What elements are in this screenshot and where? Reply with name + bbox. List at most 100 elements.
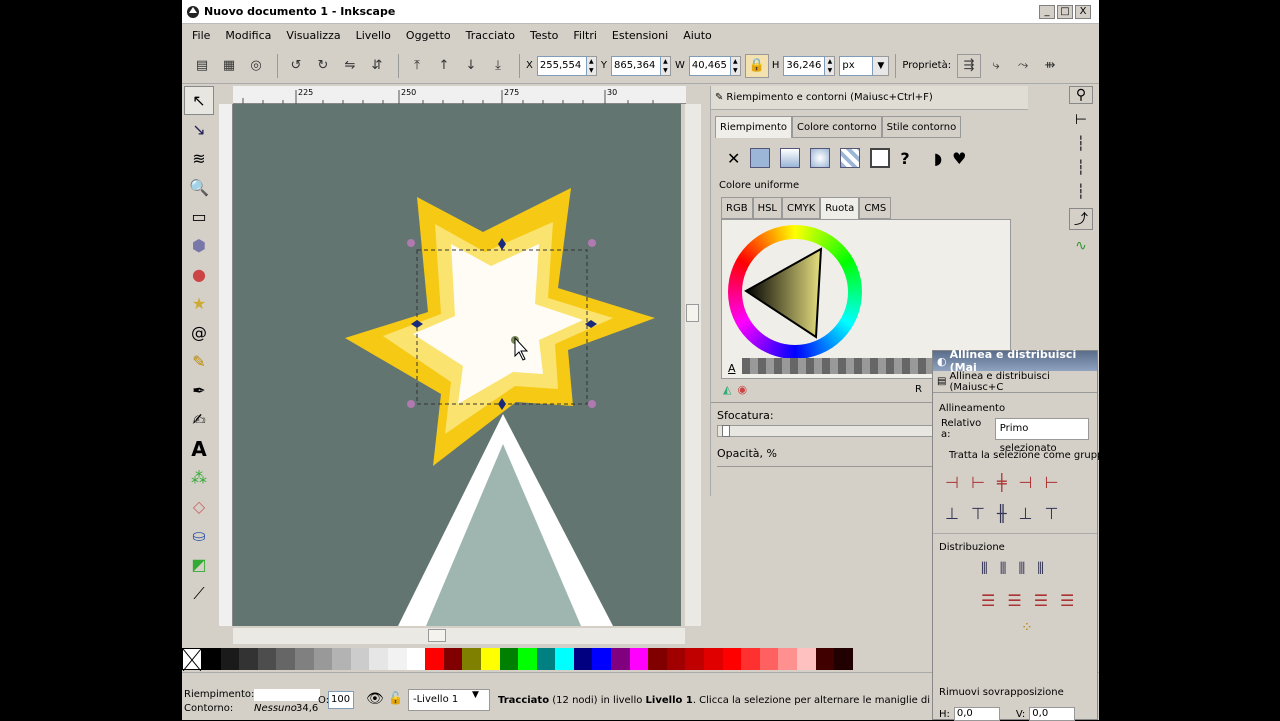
select-all-icon[interactable]: ▤	[190, 54, 214, 78]
snap-bbox-icon[interactable]: ⊢	[1075, 112, 1087, 128]
menu-oggetto[interactable]: Oggetto	[406, 29, 451, 42]
radial-gradient-icon[interactable]	[810, 148, 831, 168]
palette-swatch[interactable]	[294, 648, 314, 670]
palette-swatch[interactable]	[629, 648, 649, 670]
align-top-edge-icon[interactable]: ⊤	[1044, 504, 1058, 523]
snap-bbox-corner-icon[interactable]: ┆	[1077, 160, 1085, 176]
palette-swatch[interactable]	[555, 648, 574, 670]
palette-swatch[interactable]	[499, 648, 519, 670]
tweak-tool-icon[interactable]: ≋	[184, 144, 214, 173]
menu-estensioni[interactable]: Estensioni	[612, 29, 668, 42]
palette-swatch[interactable]	[797, 648, 816, 670]
rearrange-graph-icon[interactable]: ⁘	[1021, 620, 1033, 636]
close-button[interactable]: X	[1075, 5, 1091, 19]
snap-nodes-icon[interactable]: ⤴	[1069, 208, 1093, 230]
w-spinner[interactable]: ▲ ▼	[730, 55, 741, 76]
spiral-tool-icon[interactable]: @	[184, 318, 214, 347]
tab-stroke-style[interactable]: Stile contorno	[881, 116, 962, 138]
distribute-top-icon[interactable]: ☰	[981, 591, 995, 610]
raise-icon[interactable]: ↑	[432, 54, 456, 78]
snap-bbox-edge-icon[interactable]: ┆	[1077, 136, 1085, 152]
center-vertical-axis-icon[interactable]: ╪	[997, 473, 1007, 492]
tab-cmyk[interactable]: CMYK	[782, 197, 821, 219]
palette-swatch[interactable]	[759, 648, 779, 670]
h-spinner[interactable]: ▲ ▼	[825, 55, 836, 76]
palette-swatch[interactable]	[648, 648, 667, 670]
bucket-tool-icon[interactable]: ⛀	[184, 521, 214, 550]
palette-swatch[interactable]	[313, 648, 333, 670]
calligraphy-tool-icon[interactable]: ✍	[184, 405, 214, 434]
tab-fill[interactable]: Riempimento	[715, 116, 793, 138]
spray-tool-icon[interactable]: ⁂	[184, 463, 214, 492]
distribute-gaps-h-icon[interactable]: ⫴	[1037, 559, 1044, 579]
palette-swatch[interactable]	[239, 648, 258, 670]
drawing-canvas[interactable]	[233, 104, 681, 626]
palette-swatch[interactable]	[704, 648, 723, 670]
pen-tool-icon[interactable]: ✒	[184, 376, 214, 405]
stroke-indicator-value[interactable]: Nessuno	[254, 703, 297, 714]
align-bottom-icon[interactable]: ⊥	[1019, 504, 1033, 523]
palette-swatch[interactable]	[369, 648, 388, 670]
palette-swatch[interactable]	[480, 648, 500, 670]
palette-swatch[interactable]	[443, 648, 463, 670]
overlap-v-field[interactable]: 0,0	[1029, 707, 1076, 721]
fill-indicator-swatch[interactable]	[254, 689, 320, 701]
flip-horizontal-icon[interactable]: ⇋	[338, 54, 362, 78]
tab-cms[interactable]: CMS	[859, 197, 892, 219]
palette-swatch[interactable]	[573, 648, 593, 670]
vertical-scrollbar[interactable]	[685, 104, 701, 626]
y-spinner[interactable]: ▲ ▼	[660, 55, 671, 76]
visibility-eye-icon[interactable]: 👁	[366, 691, 384, 707]
menu-modifica[interactable]: Modifica	[225, 29, 271, 42]
horizontal-scrollbar[interactable]	[233, 628, 685, 644]
relative-to-select[interactable]: Primo selezionato	[994, 418, 1089, 454]
minimize-button[interactable]: _	[1039, 5, 1055, 19]
scale-stroke-icon[interactable]: ⇶	[957, 53, 982, 78]
palette-swatch[interactable]	[518, 648, 537, 670]
distribute-right-icon[interactable]: ⫴	[1018, 559, 1025, 579]
raise-to-top-icon[interactable]: ⤒	[405, 54, 429, 78]
palette-swatch[interactable]	[741, 648, 760, 670]
distribute-center-icon[interactable]: ⫴	[1000, 559, 1007, 579]
y-field[interactable]: 865,364	[610, 55, 661, 76]
w-field[interactable]: 40,465	[688, 55, 731, 76]
palette-swatch[interactable]	[536, 648, 556, 670]
tab-rgb[interactable]: RGB	[721, 197, 753, 219]
snap-path-icon[interactable]: ∿	[1075, 238, 1087, 254]
menu-aiuto[interactable]: Aiuto	[683, 29, 712, 42]
unit-select[interactable]: px	[839, 55, 874, 76]
x-spinner[interactable]: ▲ ▼	[586, 55, 597, 76]
maximize-button[interactable]: □	[1057, 5, 1073, 19]
tab-hsl[interactable]: HSL	[752, 197, 783, 219]
move-gradient-icon[interactable]: ⤳	[1011, 54, 1035, 78]
palette-swatch[interactable]	[350, 648, 370, 670]
palette-swatch[interactable]	[815, 648, 835, 670]
pattern-icon[interactable]	[840, 148, 861, 168]
palette-swatch[interactable]	[387, 648, 407, 670]
menu-testo[interactable]: Testo	[530, 29, 558, 42]
tab-wheel[interactable]: Ruota	[820, 197, 860, 219]
scale-corners-icon[interactable]: ⤷	[984, 54, 1008, 78]
deselect-icon[interactable]: ◎	[244, 54, 268, 78]
menu-visualizza[interactable]: Visualizza	[286, 29, 340, 42]
unset-paint-icon[interactable]: ?	[900, 149, 909, 168]
palette-swatch[interactable]	[425, 648, 444, 670]
distribute-bottom-icon[interactable]: ☰	[1034, 591, 1048, 610]
box3d-tool-icon[interactable]: ⬢	[184, 231, 214, 260]
zoom-tool-icon[interactable]: 🔍	[184, 173, 214, 202]
distribute-left-icon[interactable]: ⫴	[981, 559, 988, 579]
palette-swatch[interactable]	[257, 648, 277, 670]
distribute-gaps-v-icon[interactable]: ☰	[1060, 591, 1074, 610]
distribute-middle-icon[interactable]: ☰	[1007, 591, 1021, 610]
palette-swatch[interactable]	[834, 648, 853, 670]
ellipse-tool-icon[interactable]: ●	[184, 260, 214, 289]
saturation-triangle[interactable]	[744, 247, 823, 339]
align-left-icon[interactable]: ⊢	[971, 473, 985, 492]
align-bottom-edge-icon[interactable]: ⊥	[945, 504, 959, 523]
menu-livello[interactable]: Livello	[356, 29, 391, 42]
no-paint-icon[interactable]: ✕	[727, 149, 740, 168]
snap-enable-icon[interactable]: ⚲	[1069, 86, 1093, 104]
palette-swatch[interactable]	[406, 648, 426, 670]
palette-swatch[interactable]	[722, 648, 742, 670]
overlap-h-field[interactable]: 0,0	[953, 707, 1000, 721]
